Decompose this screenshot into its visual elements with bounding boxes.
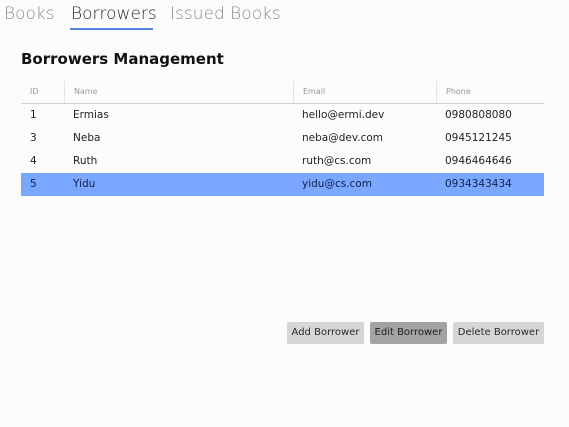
table-row[interactable]: 1 Ermias hello@ermi.dev 0980808080 [21, 104, 544, 127]
cell-phone: 0980808080 [445, 109, 512, 121]
cell-id: 1 [30, 109, 37, 121]
borrowers-table: ID Name Email Phone 1 Ermias hello@ermi.… [21, 81, 544, 196]
tab-borrowers[interactable]: Borrowers [71, 3, 157, 25]
tab-bar: Books Borrowers Issued Books [0, 0, 569, 32]
cell-name: Ermias [73, 109, 109, 121]
table-row[interactable]: 3 Neba neba@dev.com 0945121245 [21, 127, 544, 150]
cell-name: Neba [73, 132, 101, 144]
cell-email: ruth@cs.com [302, 155, 372, 167]
cell-email: neba@dev.com [302, 132, 384, 144]
edit-borrower-button[interactable]: Edit Borrower [370, 322, 447, 344]
cell-id: 3 [30, 132, 37, 144]
column-header-phone[interactable]: Phone [436, 81, 544, 103]
add-borrower-button[interactable]: Add Borrower [287, 322, 364, 344]
delete-borrower-button[interactable]: Delete Borrower [453, 322, 544, 344]
cell-name: Ruth [73, 155, 98, 167]
table-row[interactable]: 4 Ruth ruth@cs.com 0946464646 [21, 150, 544, 173]
page-title: Borrowers Management [21, 50, 224, 68]
table-header: ID Name Email Phone [21, 81, 544, 104]
cell-phone: 0945121245 [445, 132, 512, 144]
cell-email: yidu@cs.com [302, 178, 372, 190]
active-tab-indicator [70, 28, 153, 30]
cell-id: 4 [30, 155, 37, 167]
cell-phone: 0934343434 [445, 178, 512, 190]
cell-phone: 0946464646 [445, 155, 512, 167]
column-header-id[interactable]: ID [21, 81, 63, 103]
tab-books[interactable]: Books [4, 3, 55, 25]
tab-issued-books[interactable]: Issued Books [170, 3, 281, 25]
cell-id: 5 [30, 178, 37, 190]
table-row-selected[interactable]: 5 Yidu yidu@cs.com 0934343434 [21, 173, 544, 196]
cell-name: Yidu [73, 178, 96, 190]
column-header-name[interactable]: Name [64, 81, 292, 103]
action-bar: Add Borrower Edit Borrower Delete Borrow… [0, 322, 569, 344]
cell-email: hello@ermi.dev [302, 109, 385, 121]
column-header-email[interactable]: Email [293, 81, 435, 103]
